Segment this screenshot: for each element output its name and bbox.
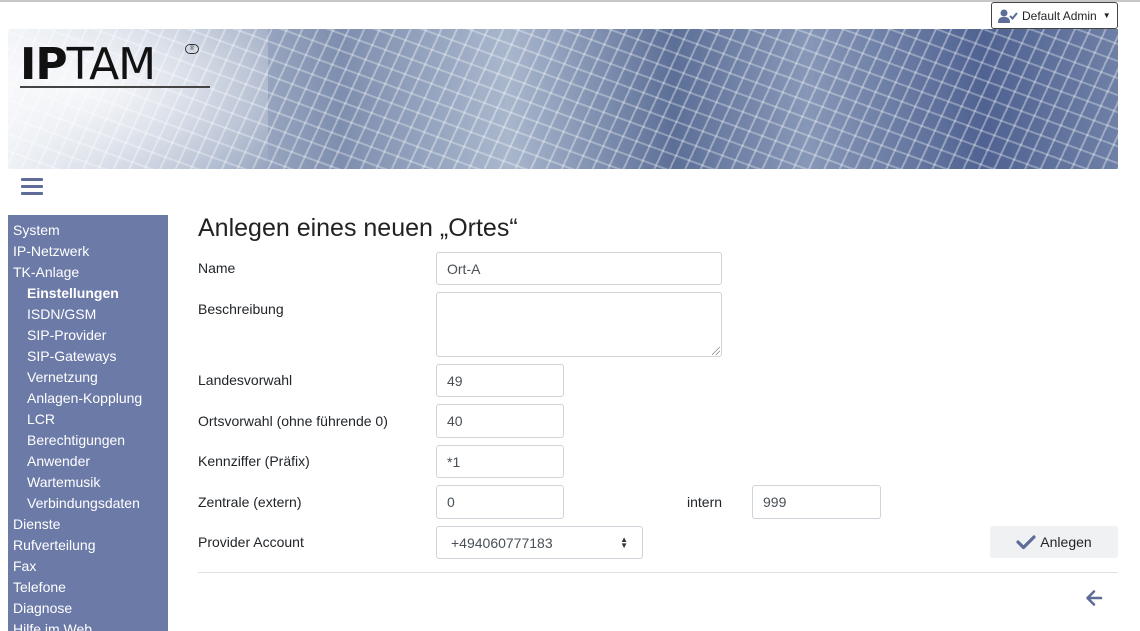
sidebar-item[interactable]: Berechtigungen	[8, 430, 168, 451]
hamburger-menu-icon[interactable]	[21, 178, 43, 196]
sidebar-item[interactable]: Fax	[8, 556, 168, 577]
header-banner: IPTAM ®	[8, 29, 1118, 169]
intern-label: intern	[687, 494, 723, 510]
arrow-left-icon[interactable]	[1084, 588, 1104, 608]
anlegen-button-label: Anlegen	[1040, 534, 1092, 550]
anlegen-button[interactable]: Anlegen	[990, 526, 1118, 558]
user-menu-label: Default Admin	[1022, 8, 1097, 23]
beschreibung-textarea[interactable]	[436, 292, 722, 357]
caret-down-icon: ▼	[1102, 11, 1111, 20]
form-divider	[198, 572, 1118, 573]
user-menu-button[interactable]: Default Admin ▼	[991, 2, 1118, 29]
landesvorwahl-label: Landesvorwahl	[198, 372, 293, 388]
kennziffer-label: Kennziffer (Präfix)	[198, 453, 310, 469]
sidebar-item[interactable]: Diagnose	[8, 598, 168, 619]
user-check-icon	[998, 9, 1018, 23]
name-label: Name	[198, 260, 236, 276]
sidebar-item[interactable]: SIP-Gateways	[8, 346, 168, 367]
sidebar-item[interactable]: Dienste	[8, 514, 168, 535]
logo-text: TAM	[66, 39, 157, 90]
sidebar-item[interactable]: IP-Netzwerk	[8, 241, 168, 262]
sidebar-item[interactable]: Anwender	[8, 451, 168, 472]
resize-grip-icon[interactable]	[712, 347, 720, 355]
ortsvorwahl-input[interactable]: 40	[436, 404, 564, 438]
zentrale-input[interactable]: 0	[436, 485, 564, 519]
logo: IPTAM	[20, 43, 156, 87]
intern-input[interactable]: 999	[752, 485, 881, 519]
sidebar-item[interactable]: TK-Anlage	[8, 262, 168, 283]
sidebar-item[interactable]: Telefone	[8, 577, 168, 598]
provider-select-value: +494060777183	[451, 534, 553, 551]
sidebar-item[interactable]: Vernetzung	[8, 367, 168, 388]
sidebar-item[interactable]: Anlagen-Kopplung	[8, 388, 168, 409]
sidebar-item[interactable]: Rufverteilung	[8, 535, 168, 556]
sidebar: System IP-Netzwerk TK-Anlage Einstellungen I…	[8, 215, 168, 631]
landesvorwahl-input[interactable]: 49	[436, 364, 564, 397]
beschreibung-label: Beschreibung	[198, 301, 284, 317]
logo-registered-badge: ®	[185, 44, 199, 54]
logo-underline	[20, 86, 210, 88]
kennziffer-input[interactable]: *1	[436, 445, 564, 478]
provider-select[interactable]: +494060777183 ▲ ▼	[436, 526, 643, 559]
sidebar-item[interactable]: System	[8, 220, 168, 241]
ortsvorwahl-label: Ortsvorwahl (ohne führende 0)	[198, 413, 388, 429]
select-arrows-icon: ▲ ▼	[620, 534, 628, 550]
sidebar-item[interactable]: SIP-Provider	[8, 325, 168, 346]
sidebar-item[interactable]: LCR	[8, 409, 168, 430]
top-border	[0, 0, 1140, 2]
zentrale-label: Zentrale (extern)	[198, 494, 302, 510]
sidebar-item[interactable]: ISDN/GSM	[8, 304, 168, 325]
name-input[interactable]: Ort-A	[436, 252, 722, 285]
page-title: Anlegen eines neuen „Ortes“	[198, 214, 518, 242]
provider-label: Provider Account	[198, 534, 304, 550]
sidebar-item[interactable]: Hilfe im Web	[8, 619, 168, 631]
sidebar-item[interactable]: Einstellungen	[8, 283, 168, 304]
sidebar-item[interactable]: Wartemusik	[8, 472, 168, 493]
check-icon	[1016, 535, 1036, 550]
sidebar-item[interactable]: Verbindungsdaten	[8, 493, 168, 514]
logo-bold-text: IP	[20, 39, 68, 90]
